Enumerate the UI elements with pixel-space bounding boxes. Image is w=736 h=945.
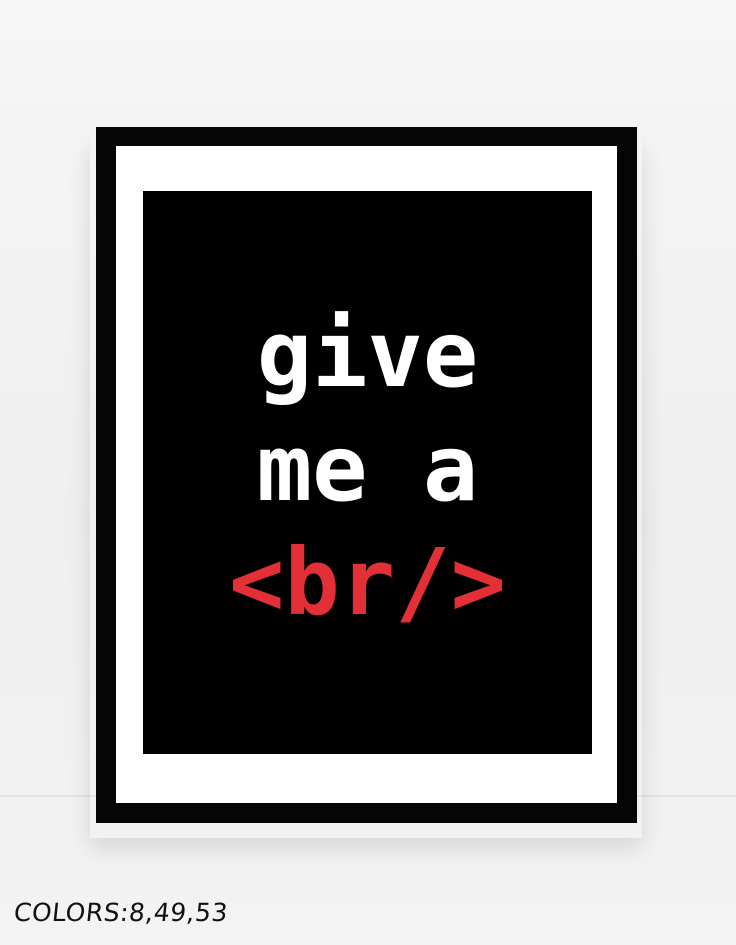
frame-mat: give me a <br/> xyxy=(116,146,617,803)
poster-line-give: give xyxy=(256,301,479,408)
poster-artwork: give me a <br/> xyxy=(143,191,592,754)
picture-frame: give me a <br/> xyxy=(96,127,637,823)
colors-caption: COLORS:8,49,53 xyxy=(12,898,230,927)
poster-line-br-tag: <br/> xyxy=(229,529,506,636)
poster-line-me-a: me a xyxy=(256,415,479,522)
